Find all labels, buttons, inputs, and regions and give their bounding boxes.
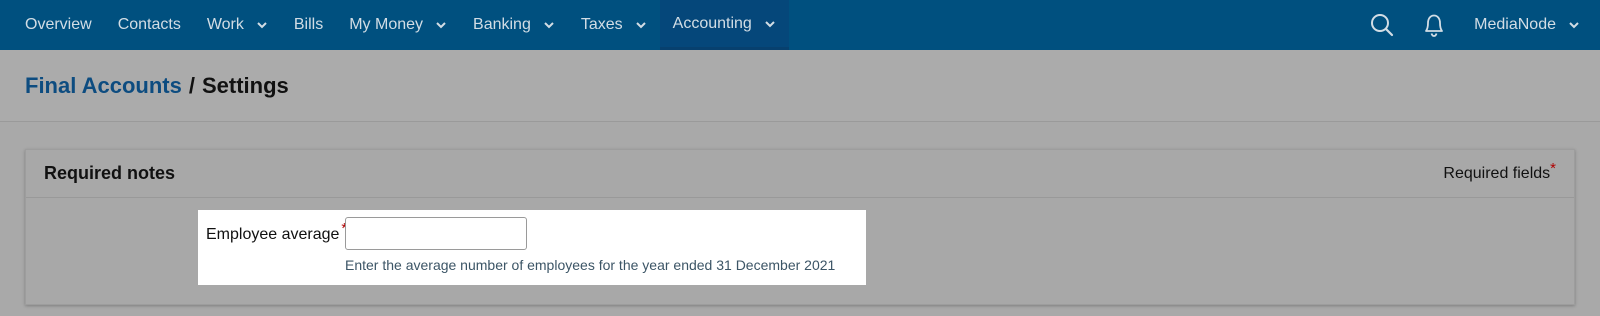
panel-header: Required notes Required fields*: [26, 150, 1574, 198]
employee-average-help-text: Enter the average number of employees fo…: [345, 257, 836, 273]
employee-average-label: Employee average*: [206, 220, 347, 244]
breadcrumb: Final Accounts / Settings: [25, 73, 289, 99]
nav-item-taxes[interactable]: Taxes: [568, 0, 660, 50]
nav-item-label: Bills: [293, 16, 324, 33]
nav-item-banking[interactable]: Banking: [460, 0, 568, 50]
chevron-down-icon: [544, 22, 554, 29]
nav-item-label: Taxes: [580, 16, 623, 33]
user-menu[interactable]: MediaNode: [1460, 16, 1580, 34]
required-fields-note: Required fields*: [1443, 160, 1556, 183]
page-title: Settings: [202, 72, 289, 98]
employee-average-form: Employee average* Enter the average numb…: [198, 210, 866, 285]
top-navigation: Overview Contacts Work Bills My Money Ba…: [0, 0, 1600, 50]
field-label-text: Employee average: [206, 226, 340, 243]
chevron-down-icon: [765, 20, 775, 27]
search-button[interactable]: [1356, 0, 1408, 50]
required-fields-label: Required fields: [1443, 164, 1551, 182]
notifications-button[interactable]: [1408, 0, 1460, 50]
nav-item-bills[interactable]: Bills: [281, 0, 336, 50]
required-marker: *: [1550, 159, 1556, 177]
nav-item-label: Work: [206, 16, 244, 33]
chevron-down-icon: [436, 22, 446, 29]
breadcrumb-separator: /: [188, 72, 195, 98]
nav-item-label: Contacts: [117, 16, 181, 33]
chevron-down-icon: [1569, 22, 1579, 29]
nav-item-accounting[interactable]: Accounting: [659, 0, 789, 50]
nav-item-label: My Money: [349, 16, 424, 33]
employee-average-input[interactable]: [345, 217, 527, 250]
bell-icon: [1425, 14, 1444, 37]
main-menu: Overview Contacts Work Bills My Money Ba…: [0, 0, 789, 50]
nav-item-work[interactable]: Work: [194, 0, 281, 50]
chevron-down-icon: [635, 22, 646, 29]
chevron-down-icon: [257, 22, 267, 29]
nav-item-label: Accounting: [672, 14, 752, 32]
nav-item-my-money[interactable]: My Money: [336, 0, 460, 50]
panel-title: Required notes: [44, 163, 176, 183]
nav-utilities: MediaNode: [1356, 0, 1600, 50]
nav-item-label: Banking: [473, 16, 531, 33]
user-menu-label: MediaNode: [1474, 16, 1556, 33]
required-notes-panel: Required notes Required fields* Employee…: [25, 149, 1575, 305]
breadcrumb-link-final-accounts[interactable]: Final Accounts: [25, 73, 182, 98]
search-icon: [1371, 14, 1394, 37]
page-header: Final Accounts / Settings: [0, 50, 1600, 122]
nav-item-contacts[interactable]: Contacts: [105, 0, 194, 50]
nav-item-label: Overview: [25, 16, 92, 33]
nav-item-overview[interactable]: Overview: [12, 0, 105, 50]
